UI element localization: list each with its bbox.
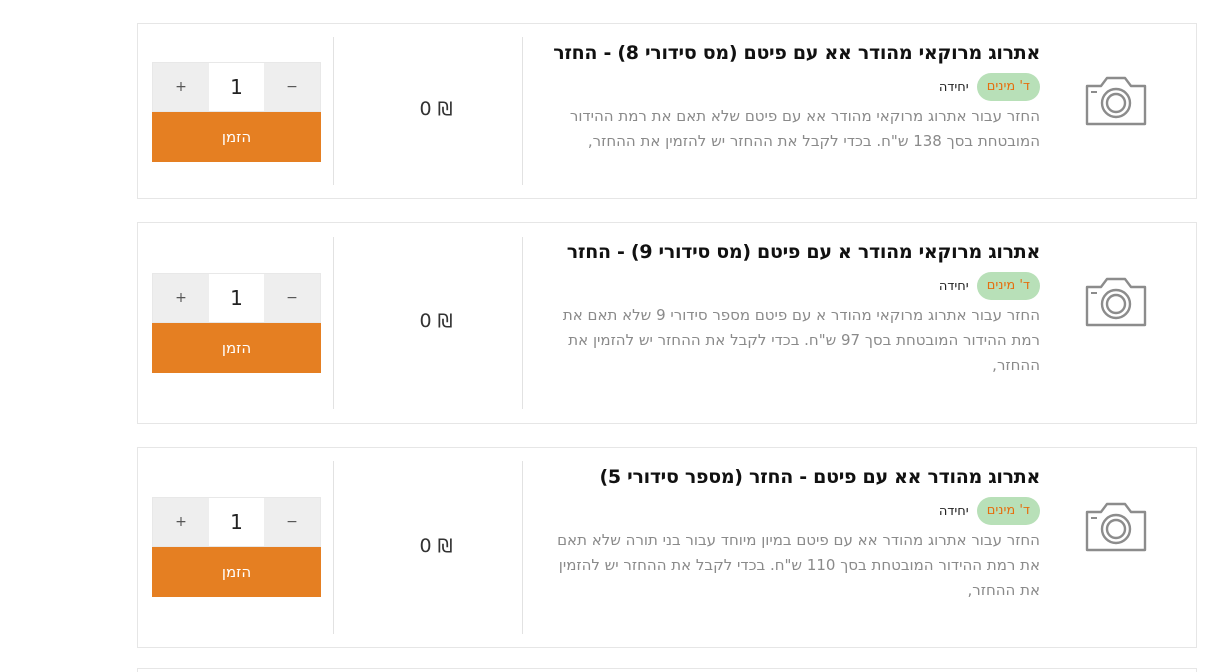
unit-label: יחידה xyxy=(938,278,969,294)
unit-label: יחידה xyxy=(938,79,969,95)
divider xyxy=(333,461,334,634)
quantity-value[interactable]: 1 xyxy=(209,63,264,111)
camera-icon xyxy=(1085,277,1147,327)
minus-button[interactable]: − xyxy=(264,63,320,111)
product-card: אתרוג מרוקאי מהודר אא עם פיטם (מס סידורי… xyxy=(137,23,1197,199)
minus-button[interactable]: − xyxy=(264,274,320,322)
product-title[interactable]: אתרוג מהודר אא עם פיטם - החזר (מספר סידו… xyxy=(540,462,1041,492)
product-meta: ד' מינים יחידה xyxy=(540,271,1040,301)
product-info: אתרוג מרוקאי מהודר אא עם פיטם (מס סידורי… xyxy=(540,38,1040,154)
category-badge: ד' מינים xyxy=(976,73,1040,101)
product-list: אתרוג מרוקאי מהודר אא עם פיטם (מס סידורי… xyxy=(0,0,1230,672)
product-title[interactable]: אתרוג מרוקאי מהודר אא עם פיטם (מס סידורי… xyxy=(540,38,1040,68)
camera-icon xyxy=(1085,76,1147,126)
plus-button[interactable]: + xyxy=(153,274,209,322)
minus-button[interactable]: − xyxy=(264,498,320,546)
quantity-value[interactable]: 1 xyxy=(209,274,264,322)
order-button[interactable]: הזמן xyxy=(152,323,321,373)
category-badge: ד' מינים xyxy=(976,272,1040,300)
quantity-stepper: + 1 − xyxy=(152,273,321,323)
camera-icon xyxy=(1085,502,1147,552)
divider xyxy=(333,237,334,409)
divider xyxy=(522,237,523,409)
price: 0 ₪ xyxy=(419,535,453,557)
quantity-value[interactable]: 1 xyxy=(209,498,264,546)
price: 0 ₪ xyxy=(419,98,453,120)
order-button[interactable]: הזמן xyxy=(152,112,321,162)
order-button[interactable]: הזמן xyxy=(152,547,321,597)
plus-button[interactable]: + xyxy=(153,498,209,546)
price: 0 ₪ xyxy=(419,310,453,332)
product-description: החזר עבור אתרוג מהודר אא עם פיטם במיון מ… xyxy=(557,531,1040,599)
product-title[interactable]: אתרוג מרוקאי מהודר א עם פיטם (מס סידורי … xyxy=(540,237,1041,267)
plus-button[interactable]: + xyxy=(153,63,209,111)
product-info: אתרוג מרוקאי מהודר א עם פיטם (מס סידורי … xyxy=(540,237,1040,378)
product-card: אתרוג מהודר אא עם פיטם - החזר (מספר סידו… xyxy=(137,447,1197,648)
product-card: אתרוג מרוקאי מהודר א עם פיטם (מס סידורי … xyxy=(137,222,1197,424)
divider xyxy=(333,37,334,185)
divider xyxy=(522,37,523,185)
product-meta: ד' מינים יחידה xyxy=(540,496,1040,526)
product-info: אתרוג מהודר אא עם פיטם - החזר (מספר סידו… xyxy=(540,462,1040,603)
product-card-partial xyxy=(137,668,1197,672)
product-description: החזר עבור אתרוג מרוקאי מהודר אא עם פיטם … xyxy=(569,107,1040,150)
product-description: החזר עבור אתרוג מרוקאי מהודר א עם פיטם מ… xyxy=(562,306,1040,374)
unit-label: יחידה xyxy=(938,503,969,519)
product-meta: ד' מינים יחידה xyxy=(540,72,1040,102)
category-badge: ד' מינים xyxy=(976,497,1040,525)
quantity-stepper: + 1 − xyxy=(152,497,321,547)
divider xyxy=(522,461,523,634)
quantity-stepper: + 1 − xyxy=(152,62,321,112)
